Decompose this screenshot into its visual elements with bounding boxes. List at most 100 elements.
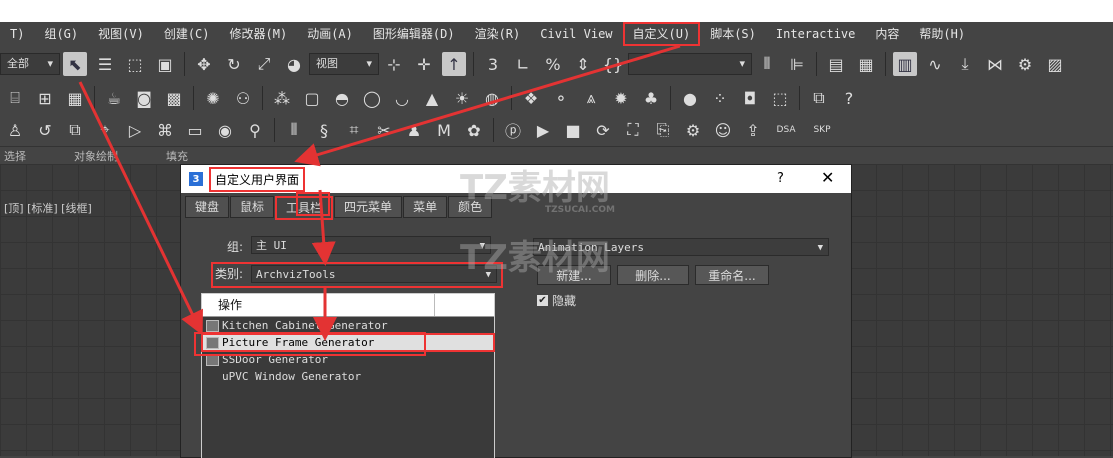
- eye-icon[interactable]: ◉: [213, 118, 237, 142]
- rename-button[interactable]: 重命名...: [695, 265, 769, 285]
- settings-icon[interactable]: ⚙: [681, 118, 705, 142]
- cabinet-icon[interactable]: ⊞: [33, 86, 57, 110]
- script-icon[interactable]: §: [312, 118, 336, 142]
- edit-named-selection-icon[interactable]: {}: [601, 52, 625, 76]
- menu-graph-editors[interactable]: 图形编辑器(D): [363, 22, 465, 46]
- menu-interactive[interactable]: Interactive: [766, 22, 865, 46]
- dsa-icon[interactable]: DSA: [771, 118, 801, 142]
- particle-icon[interactable]: ⁂: [270, 86, 294, 110]
- help-icon[interactable]: ?: [837, 86, 861, 110]
- sun-icon[interactable]: ☀: [450, 86, 474, 110]
- light-bulb-icon[interactable]: ✺: [201, 86, 225, 110]
- ball-icon[interactable]: ●: [678, 86, 702, 110]
- group-dropdown[interactable]: 主 UI ▼: [251, 236, 491, 254]
- frame-icon[interactable]: ⌖: [93, 118, 117, 142]
- render-setup-icon[interactable]: ⚙: [1013, 52, 1037, 76]
- skp-icon[interactable]: SKP: [807, 118, 837, 142]
- close-button[interactable]: ✕: [821, 168, 834, 187]
- dashed-box-icon[interactable]: ⬚: [768, 86, 792, 110]
- user-icon[interactable]: ☺: [711, 118, 735, 142]
- curve-editor-icon[interactable]: ∿: [923, 52, 947, 76]
- environment-icon[interactable]: ◙: [132, 86, 156, 110]
- figure-icon[interactable]: ♙: [3, 118, 27, 142]
- color-dots-icon[interactable]: ⁘: [708, 86, 732, 110]
- scene-explorer-icon[interactable]: ▥: [893, 52, 917, 76]
- menu-help[interactable]: 帮助(H): [909, 22, 975, 46]
- pivot-icon[interactable]: ⊹: [382, 52, 406, 76]
- rect-selection-icon[interactable]: ⬚: [123, 52, 147, 76]
- selection-filter-dropdown[interactable]: 全部 ▾: [0, 53, 60, 75]
- molecule-icon[interactable]: ⚬: [549, 86, 573, 110]
- export-icon[interactable]: ⇪: [741, 118, 765, 142]
- help-button[interactable]: ?: [777, 171, 784, 186]
- menu-group[interactable]: 组(G): [34, 22, 88, 46]
- person-icon[interactable]: ♟: [402, 118, 426, 142]
- mirror-icon[interactable]: ⫴: [755, 52, 779, 76]
- viewport-top[interactable]: [顶] [标准] [线框]: [0, 164, 180, 456]
- bulb-icon[interactable]: ⚲: [243, 118, 267, 142]
- schematic-view-icon[interactable]: ⤓: [953, 52, 977, 76]
- ribbon-selection-label[interactable]: 选择: [4, 148, 26, 164]
- select-manipulate-icon[interactable]: ✛: [412, 52, 436, 76]
- tab-menus[interactable]: 菜单: [403, 196, 448, 218]
- select-by-name-icon[interactable]: ☰: [93, 52, 117, 76]
- action-list[interactable]: 操作 Kitchen Cabinet Generator Picture Fra…: [201, 293, 495, 458]
- ribbon-populate-label[interactable]: 填充: [166, 148, 188, 164]
- keyboard-shortcut-override-icon[interactable]: ↑: [442, 52, 466, 76]
- fullscreen-icon[interactable]: ⛶: [621, 118, 645, 142]
- media-icon[interactable]: ▷: [123, 118, 147, 142]
- place-icon[interactable]: ◕: [282, 52, 306, 76]
- window-crossing-icon[interactable]: ▣: [153, 52, 177, 76]
- menu-animation[interactable]: 动画(A): [297, 22, 363, 46]
- bars-icon[interactable]: ⦀: [282, 118, 306, 142]
- bowl-icon[interactable]: ◡: [390, 86, 414, 110]
- image-icon[interactable]: ▩: [162, 86, 186, 110]
- spinner-snap-icon[interactable]: ⇕: [571, 52, 595, 76]
- cone-icon[interactable]: ▲: [420, 86, 444, 110]
- flower-icon[interactable]: ✿: [462, 118, 486, 142]
- layer-explorer-icon[interactable]: ▤: [824, 52, 848, 76]
- material-editor-icon[interactable]: ⋈: [983, 52, 1007, 76]
- menu-customize[interactable]: 自定义(U): [622, 22, 701, 46]
- snap-3d-icon[interactable]: 3: [481, 52, 505, 76]
- menu-rendering[interactable]: 渲染(R): [465, 22, 531, 46]
- pattern-icon[interactable]: ❖: [519, 86, 543, 110]
- scale-icon[interactable]: ⤢: [252, 52, 276, 76]
- menu-scripting[interactable]: 脚本(S): [700, 22, 766, 46]
- camera-icon[interactable]: ⌘: [153, 118, 177, 142]
- select-object-icon[interactable]: ⬉: [63, 52, 87, 76]
- viewport-label[interactable]: [顶] [标准] [线框]: [4, 200, 92, 216]
- play-icon[interactable]: ▶: [531, 118, 555, 142]
- ribbon-toggle-icon[interactable]: ▦: [854, 52, 878, 76]
- hide-checkbox[interactable]: ✔ 隐藏: [537, 292, 576, 309]
- copy-paste-icon[interactable]: ⎘: [651, 118, 675, 142]
- panel-icon[interactable]: ▭: [183, 118, 207, 142]
- tag-icon[interactable]: ⌗: [342, 118, 366, 142]
- list-item[interactable]: uPVC Window Generator: [202, 368, 494, 385]
- render-frame-icon[interactable]: ▨: [1043, 52, 1067, 76]
- move-icon[interactable]: ✥: [192, 52, 216, 76]
- disc-icon[interactable]: ◍: [480, 86, 504, 110]
- menu-modifiers[interactable]: 修改器(M): [220, 22, 298, 46]
- sphere-icon[interactable]: ◯: [360, 86, 384, 110]
- tab-quad-menus[interactable]: 四元菜单: [334, 196, 403, 218]
- plant-icon[interactable]: ♣: [639, 86, 663, 110]
- delete-button[interactable]: 删除...: [617, 265, 689, 285]
- tab-mouse[interactable]: 鼠标: [230, 196, 275, 218]
- dialog-titlebar[interactable]: 3 自定义用户界面 ? ✕: [181, 165, 851, 193]
- new-button[interactable]: 新建...: [537, 265, 611, 285]
- hemisphere-icon[interactable]: ◓: [330, 86, 354, 110]
- scissors-icon[interactable]: ✂: [372, 118, 396, 142]
- teapot-icon[interactable]: ☕: [102, 86, 126, 110]
- percent-snap-icon[interactable]: %: [541, 52, 565, 76]
- window-grid-icon[interactable]: ▦: [63, 86, 87, 110]
- ribbon-object-paint-label[interactable]: 对象绘制: [74, 148, 118, 164]
- robot-icon[interactable]: ⚇: [231, 86, 255, 110]
- action-column-header[interactable]: 操作: [202, 294, 435, 316]
- tab-keyboard[interactable]: 键盘: [185, 196, 230, 218]
- gear-icon[interactable]: ✹: [609, 86, 633, 110]
- camera-badge-icon[interactable]: ◘: [738, 86, 762, 110]
- refresh-icon[interactable]: ⟳: [591, 118, 615, 142]
- tab-colors[interactable]: 颜色: [448, 196, 493, 218]
- rotate-view-icon[interactable]: ↺: [33, 118, 57, 142]
